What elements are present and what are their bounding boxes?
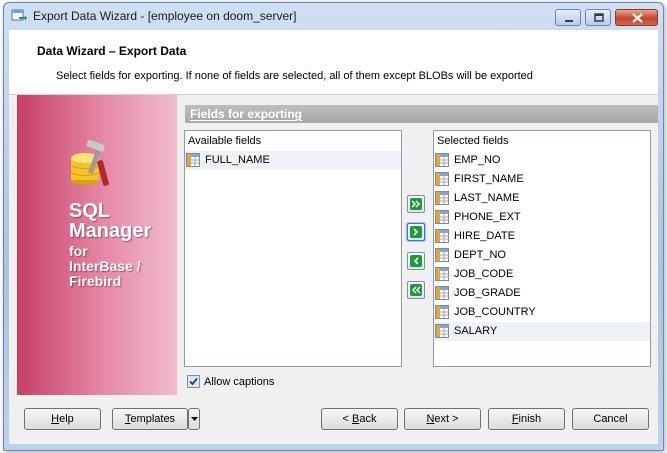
product-banner: SQL Manager for InterBase / Firebird	[17, 95, 177, 395]
next-button[interactable]: Next >	[404, 408, 481, 430]
brand-line-3: for	[69, 243, 88, 259]
field-list-item[interactable]: JOB_CODE	[434, 265, 650, 284]
field-name: HIRE_DATE	[454, 230, 515, 242]
move-left-button[interactable]	[407, 252, 425, 270]
field-name: JOB_GRADE	[454, 287, 521, 299]
field-name: EMP_NO	[454, 154, 501, 166]
field-list-item[interactable]: PHONE_EXT	[434, 208, 650, 227]
field-list-item[interactable]: EMP_NO	[434, 151, 650, 170]
table-field-icon	[435, 324, 449, 338]
field-name: LAST_NAME	[454, 192, 520, 204]
field-name: JOB_CODE	[454, 268, 514, 280]
table-field-icon	[186, 153, 200, 167]
available-fields-label: Available fields	[188, 135, 262, 147]
finish-button[interactable]: Finish	[488, 408, 565, 430]
help-button[interactable]: Help	[24, 408, 101, 430]
field-list-item[interactable]: FIRST_NAME	[434, 170, 650, 189]
table-field-icon	[435, 210, 449, 224]
section-header: Fields for exporting	[185, 105, 658, 123]
available-fields-items: FULL_NAME	[185, 151, 401, 170]
field-list-item[interactable]: JOB_GRADE	[434, 284, 650, 303]
banner-brand-text: SQL Manager for InterBase / Firebird	[69, 201, 151, 289]
double-chevron-right-icon	[410, 198, 422, 210]
chevron-right-icon	[410, 226, 422, 238]
field-list-item[interactable]: FULL_NAME	[185, 151, 401, 170]
minimize-icon	[565, 20, 573, 22]
field-name: FIRST_NAME	[454, 173, 524, 185]
field-list-item[interactable]: SALARY	[434, 322, 650, 341]
brand-line-4: InterBase /	[69, 258, 141, 274]
brand-line-2: Manager	[69, 220, 152, 242]
title-bar[interactable]: Export Data Wizard - [employee on doom_s…	[4, 3, 663, 29]
table-field-icon	[435, 286, 449, 300]
wizard-header: Data Wizard – Export Data Select fields …	[9, 30, 658, 95]
wizard-button-bar: Help Templates < Back Next > Finish Canc…	[9, 398, 658, 444]
move-all-right-button[interactable]	[407, 195, 425, 213]
export-wizard-window: Export Data Wizard - [employee on doom_s…	[3, 2, 664, 451]
close-button[interactable]	[615, 9, 658, 26]
database-tools-icon	[70, 140, 109, 186]
double-chevron-left-icon	[410, 284, 422, 296]
window-title: Export Data Wizard - [employee on doom_s…	[33, 9, 297, 23]
field-list-item[interactable]: DEPT_NO	[434, 246, 650, 265]
wizard-step-description: Select fields for exporting. If none of …	[56, 70, 533, 82]
field-list-item[interactable]: LAST_NAME	[434, 189, 650, 208]
allow-captions-label[interactable]: Allow captions	[204, 376, 274, 388]
maximize-icon	[594, 13, 604, 22]
table-field-icon	[435, 191, 449, 205]
templates-dropdown-button[interactable]	[188, 408, 200, 430]
selected-fields-list[interactable]: Selected fields EMP_NO FIRST_NAME LAST_NAM…	[433, 130, 651, 367]
move-all-left-button[interactable]	[407, 281, 425, 299]
field-name: DEPT_NO	[454, 249, 506, 261]
triangle-down-icon	[191, 417, 198, 421]
field-name: SALARY	[454, 325, 498, 337]
table-field-icon	[435, 248, 449, 262]
close-icon	[632, 13, 643, 23]
brand-line-5: Firebird	[69, 273, 122, 289]
table-field-icon	[435, 229, 449, 243]
field-name: PHONE_EXT	[454, 211, 521, 223]
table-field-icon	[435, 172, 449, 186]
export-app-icon	[11, 9, 27, 21]
move-right-button[interactable]	[407, 223, 425, 241]
table-field-icon	[435, 267, 449, 281]
allow-captions-checkbox[interactable]	[187, 375, 200, 388]
cancel-button[interactable]: Cancel	[572, 408, 649, 430]
table-field-icon	[435, 153, 449, 167]
minimize-button[interactable]	[555, 9, 581, 26]
selected-fields-label: Selected fields	[437, 135, 509, 147]
maximize-button[interactable]	[585, 9, 611, 26]
field-list-item[interactable]: HIRE_DATE	[434, 227, 650, 246]
field-name: FULL_NAME	[205, 154, 270, 166]
available-fields-list[interactable]: Available fields FULL_NAME	[184, 130, 402, 367]
wizard-step-title: Data Wizard – Export Data	[37, 44, 187, 58]
section-title: Fields for exporting	[190, 107, 303, 121]
brand-line-1: SQL	[69, 200, 111, 222]
checkmark-icon	[189, 377, 198, 386]
field-list-item[interactable]: JOB_COUNTRY	[434, 303, 650, 322]
back-button[interactable]: < Back	[321, 408, 398, 430]
chevron-left-icon	[410, 255, 422, 267]
field-name: JOB_COUNTRY	[454, 306, 536, 318]
selected-fields-items: EMP_NO FIRST_NAME LAST_NAME PHONE_EXT HIRE_D…	[434, 151, 650, 341]
templates-button[interactable]: Templates	[112, 408, 188, 430]
table-field-icon	[435, 305, 449, 319]
wizard-client-area: Data Wizard – Export Data Select fields …	[9, 30, 658, 444]
